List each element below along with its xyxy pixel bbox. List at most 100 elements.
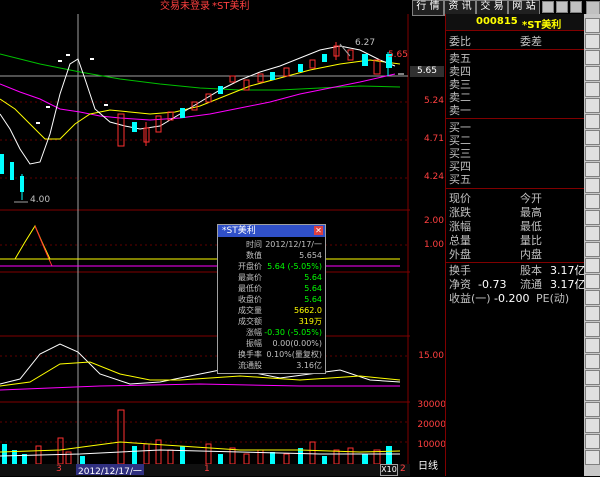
axis-marker-right: 2 (400, 464, 406, 474)
tab-market[interactable]: 行 情 (412, 0, 444, 16)
period-daily-button[interactable]: 日线 (414, 460, 442, 474)
tool-button-14[interactable] (585, 226, 600, 241)
menu-icon[interactable] (586, 1, 600, 15)
stock-code: 000815 (476, 16, 518, 27)
popup-close-icon[interactable]: ✕ (314, 226, 323, 235)
float-value: 3.17亿 (550, 278, 586, 291)
eps-value: -0.200 (494, 292, 530, 305)
popup-row-label: 最低价 (238, 284, 262, 293)
trade-status: 交易未登录 (160, 1, 210, 12)
popup-row-label: 数值 (246, 251, 262, 260)
tool-button-4[interactable] (585, 66, 600, 81)
tool-button-11[interactable] (585, 178, 600, 193)
tool-button-23[interactable] (585, 370, 600, 385)
eps-label: 收益(一) (449, 292, 491, 305)
stat-price: 现价 (449, 192, 471, 205)
sell-3: 卖三 (449, 78, 471, 91)
tool-button-12[interactable] (585, 194, 600, 209)
tool-button-7[interactable] (585, 114, 600, 129)
tool-button-6[interactable] (585, 98, 600, 113)
popup-row-value: 319万 (298, 317, 322, 326)
current-price-tag: 5.65 (410, 66, 444, 77)
popup-row-value: 3.16亿 (296, 361, 322, 370)
stat-inner: 内盘 (520, 248, 542, 261)
data-popup[interactable]: *ST美利 ✕ 时间 2012/12/17/一 数值 5.654 开盘价 5.64 (-5… (217, 224, 326, 374)
ind1-tick-2: 1.00 (423, 240, 444, 250)
weicha-label: 委差 (520, 35, 542, 48)
popup-row-label: 最高价 (238, 273, 262, 282)
quote-panel: 000815 *ST美利 委比 委差 卖五 卖四 卖三 卖二 卖一 买一 买二 … (445, 14, 586, 476)
tool-button-13[interactable] (585, 210, 600, 225)
minimize-icon[interactable] (542, 1, 554, 13)
popup-row-label: 振幅 (246, 339, 262, 348)
tool-button-28[interactable] (585, 450, 600, 465)
stat-low: 最低 (520, 220, 542, 233)
low-label: 4.00 (30, 195, 51, 205)
tool-button-17[interactable] (585, 274, 600, 289)
stat-outer: 外盘 (449, 248, 471, 261)
candles (0, 42, 404, 200)
tool-button-1[interactable] (585, 18, 600, 33)
weibi-label: 委比 (449, 35, 471, 48)
tool-button-8[interactable] (585, 130, 600, 145)
high-label: 6.27 (355, 38, 376, 48)
tool-button-24[interactable] (585, 386, 600, 401)
close-icon[interactable] (570, 1, 582, 13)
price-tick-4: 4.24 (423, 172, 444, 182)
tool-button-25[interactable] (585, 402, 600, 417)
popup-row-value: 5.64 (-5.05%) (267, 262, 322, 271)
date-label: 2012/12/17/一 (76, 464, 144, 477)
tool-button-22[interactable] (585, 354, 600, 369)
volume-tick-2: 20000 (417, 420, 446, 430)
popup-row-value: 2012/12/17/一 (265, 240, 322, 249)
tool-button-18[interactable] (585, 290, 600, 305)
kline-chart[interactable]: 5.65 5.65 5.24 4.71 4.24 6.27 4.00 2.00 … (0, 14, 446, 477)
tool-button-2[interactable] (585, 34, 600, 49)
axis-marker-left: 3 (56, 464, 62, 474)
buy-2: 买二 (449, 134, 471, 147)
tool-button-9[interactable] (585, 146, 600, 161)
equity-value: 3.17亿 (550, 264, 586, 277)
stat-volume: 总量 (449, 234, 471, 247)
popup-header[interactable]: *ST美利 ✕ (218, 225, 325, 237)
sell-5: 卖五 (449, 52, 471, 65)
panel-header: 000815 *ST美利 (446, 14, 584, 31)
sell-4: 卖四 (449, 65, 471, 78)
popup-row-value: 0.10%(量复权) (266, 350, 322, 359)
popup-row-label: 成交额 (238, 317, 262, 326)
stat-change-pct: 涨幅 (449, 220, 471, 233)
sell-2: 卖二 (449, 91, 471, 104)
right-toolbar (584, 14, 600, 476)
popup-row-value: 5.64 (304, 295, 322, 304)
tool-button-21[interactable] (585, 338, 600, 353)
buy-1: 买一 (449, 121, 471, 134)
restore-icon[interactable] (556, 1, 568, 13)
tool-button-15[interactable] (585, 242, 600, 257)
tool-button-27[interactable] (585, 434, 600, 449)
netasset-label: 净资 (449, 278, 471, 291)
popup-row-label: 时间 (246, 240, 262, 249)
tool-button-19[interactable] (585, 306, 600, 321)
price-tick-2: 5.24 (423, 96, 444, 106)
zoom-toggle[interactable]: X10 (380, 464, 398, 476)
tool-button-5[interactable] (585, 82, 600, 97)
ind2-tick: 15.00 (418, 351, 444, 361)
popup-row-value: 5.64 (304, 273, 322, 282)
sell-1: 卖一 (449, 104, 471, 117)
popup-row-value: 5.64 (304, 284, 322, 293)
tool-button-16[interactable] (585, 258, 600, 273)
tool-button-20[interactable] (585, 322, 600, 337)
top-bar: 交易未登录 *ST美利 行 情 资 讯 交 易 网 站 (0, 0, 600, 16)
popup-row-label: 换手率 (238, 350, 262, 359)
stat-open: 今开 (520, 192, 542, 205)
price-tick-top: 5.65 (387, 50, 408, 60)
netasset-value: -0.73 (478, 278, 507, 291)
tool-button-3[interactable] (585, 50, 600, 65)
price-tick-3: 4.71 (423, 134, 444, 144)
volume-tick-3: 10000 (417, 440, 446, 450)
turnover-label: 换手 (449, 264, 471, 277)
buy-4: 买四 (449, 160, 471, 173)
tool-button-26[interactable] (585, 418, 600, 433)
tool-button-10[interactable] (585, 162, 600, 177)
popup-row-label: 成交量 (238, 306, 262, 315)
